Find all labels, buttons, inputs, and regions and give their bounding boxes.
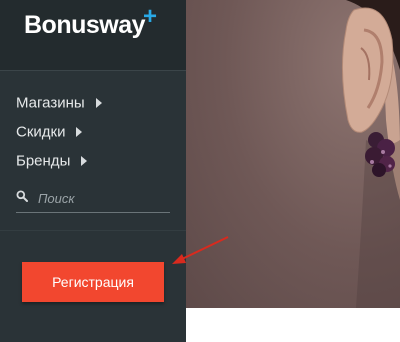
menu-item-label: Бренды: [16, 152, 71, 170]
brand-header: Bonusway +: [0, 0, 186, 71]
divider: [0, 230, 186, 231]
hero-photo: [186, 0, 400, 308]
sidebar: Bonusway + Магазины Скидки Бренды Регист…: [0, 0, 186, 342]
search-box: [16, 188, 170, 213]
search-input[interactable]: [38, 188, 166, 208]
menu-item-label: Скидки: [16, 123, 66, 141]
menu-item-label: Магазины: [16, 94, 85, 112]
chevron-right-icon: [81, 156, 88, 167]
menu-item-stores[interactable]: Магазины: [16, 94, 176, 123]
hero-illustration: [341, 0, 400, 308]
chevron-right-icon: [95, 98, 102, 109]
main-menu: Магазины Скидки Бренды: [16, 94, 176, 181]
search-icon[interactable]: [16, 190, 28, 202]
menu-item-brands[interactable]: Бренды: [16, 152, 176, 181]
logo[interactable]: Bonusway: [24, 11, 146, 40]
logo-plus-icon: +: [143, 3, 158, 30]
register-button[interactable]: Регистрация: [22, 262, 164, 302]
menu-item-discounts[interactable]: Скидки: [16, 123, 176, 152]
chevron-right-icon: [76, 127, 83, 138]
